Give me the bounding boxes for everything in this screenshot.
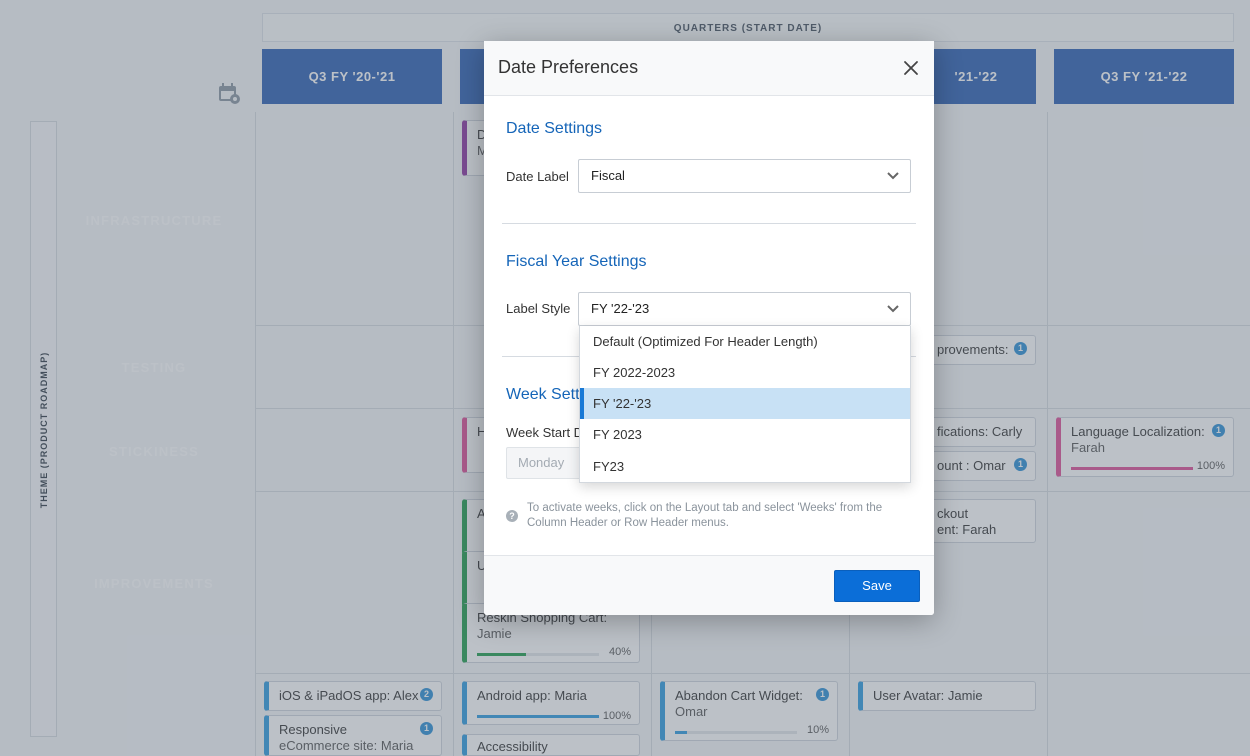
week-start-label: Week Start D bbox=[506, 425, 584, 440]
weeks-help-text: To activate weeks, click on the Layout t… bbox=[527, 502, 883, 529]
label-style-option-fy-2023[interactable]: FY 2023 bbox=[580, 419, 910, 450]
close-icon[interactable] bbox=[900, 57, 922, 79]
label-style-option-fy23[interactable]: FY23 bbox=[580, 451, 910, 482]
label-style-label: Label Style bbox=[506, 301, 571, 316]
section-divider bbox=[502, 223, 916, 224]
date-label-label: Date Label bbox=[506, 169, 569, 184]
save-button[interactable]: Save bbox=[834, 570, 920, 602]
label-style-dropdown: Default (Optimized For Header Length) FY… bbox=[579, 326, 911, 483]
chevron-down-icon bbox=[887, 172, 899, 180]
label-style-option-default[interactable]: Default (Optimized For Header Length) bbox=[580, 326, 910, 357]
date-label-select[interactable]: Fiscal bbox=[578, 159, 911, 193]
fiscal-year-settings-title: Fiscal Year Settings bbox=[506, 253, 647, 270]
dialog-footer: Save bbox=[484, 555, 934, 615]
dialog-header: Date Preferences bbox=[484, 41, 934, 96]
help-icon: ? bbox=[506, 510, 518, 522]
label-style-select[interactable]: FY '22-'23 bbox=[578, 292, 911, 326]
dialog-title: Date Preferences bbox=[498, 57, 639, 77]
label-style-option-fy-22-23[interactable]: FY '22-'23 bbox=[580, 388, 910, 419]
chevron-down-icon bbox=[887, 305, 899, 313]
week-start-select: Monday bbox=[506, 447, 586, 479]
week-settings-title: Week Setti bbox=[506, 386, 584, 403]
label-style-option-fy-2022-2023[interactable]: FY 2022-2023 bbox=[580, 357, 910, 388]
date-settings-title: Date Settings bbox=[506, 120, 603, 137]
